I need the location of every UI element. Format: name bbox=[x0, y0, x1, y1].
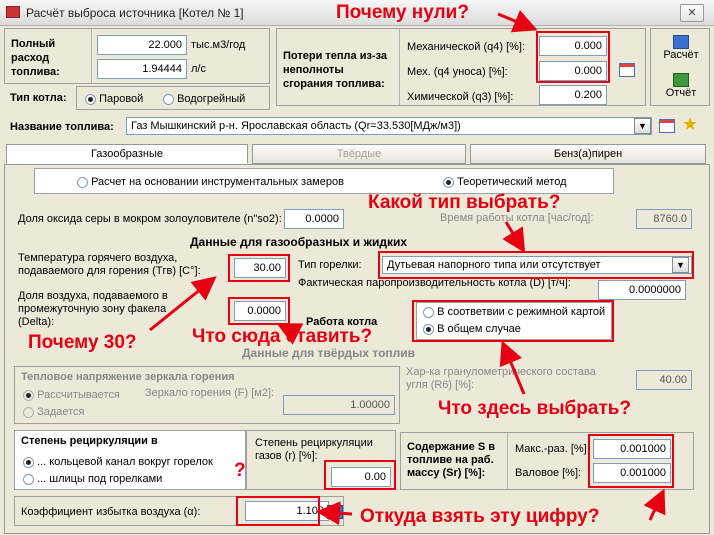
air-temp-label: Температура горячего воздуха, подаваемого… bbox=[18, 252, 201, 277]
fuel-name-select[interactable]: Газ Мышкинский р-н. Ярославская область … bbox=[126, 117, 652, 135]
steam-capacity-input[interactable]: 0.0000000 bbox=[598, 280, 686, 300]
mirror-label: Зеркало горения (F) [м2]: bbox=[145, 387, 275, 399]
excess-air-label: Коэффициент избытка воздуха (α): bbox=[21, 506, 201, 518]
tab-gaseous[interactable]: Газообразные bbox=[6, 144, 248, 164]
sulfur-content-label: Содержание S в топливе на раб. массу (Sr) … bbox=[407, 441, 495, 479]
highlight-recirc bbox=[324, 460, 396, 490]
fuel-annual-input[interactable]: 22.000 bbox=[97, 35, 187, 55]
annotation-where-number: Откуда взять эту цифру? bbox=[360, 506, 600, 527]
window-title: Расчёт выброса источника [Котел № 1] bbox=[26, 6, 244, 20]
recirc-ring-radio[interactable]: ... кольцевой канал вокруг горелок bbox=[23, 456, 213, 468]
highlight-delta bbox=[228, 297, 290, 325]
highlight-boiler-work bbox=[412, 300, 614, 342]
boiler-type-label: Тип котла: bbox=[10, 92, 67, 104]
fuel-label: Полный расход топлива: bbox=[11, 38, 60, 78]
chem-loss-input[interactable]: 0.200 bbox=[539, 85, 607, 105]
highlight-air-temp bbox=[228, 254, 290, 282]
table-icon[interactable] bbox=[619, 63, 635, 77]
close-button[interactable]: ✕ bbox=[680, 4, 704, 22]
tab-solid[interactable]: Твёрдые bbox=[252, 144, 466, 164]
calculator-icon bbox=[673, 35, 689, 49]
annotation-what-choose: Что здесь выбрать? bbox=[438, 398, 632, 419]
sulfur-gross-label: Валовое [%]: bbox=[515, 467, 582, 479]
divider bbox=[399, 29, 400, 105]
sulfur-max-label: Макс.-раз. [%]: bbox=[515, 443, 590, 455]
table-icon[interactable] bbox=[659, 119, 675, 133]
chem-loss-label: Химической (q3) [%]: bbox=[407, 91, 514, 103]
granulometry-label: Хар-ка гранулометрического состава угля (… bbox=[406, 366, 596, 391]
sulfur-oxide-label: Доля оксида серы в мокром золоуловителе … bbox=[18, 213, 282, 225]
calculator-icon[interactable] bbox=[327, 505, 343, 519]
delta-label: Доля воздуха, подаваемого в промежуточную… bbox=[18, 290, 168, 328]
boiler-type-group: Паровой Водогрейный bbox=[76, 86, 270, 110]
mech-carry-loss-label: Мех. (q4 уноса) [%]: bbox=[407, 66, 508, 78]
annotation-why-zeros: Почему нули? bbox=[336, 2, 469, 23]
highlight-mech-loss bbox=[536, 31, 610, 83]
sulfur-oxide-input[interactable]: 0.0000 bbox=[284, 209, 344, 229]
highlight-sulfur bbox=[588, 434, 674, 488]
actions-panel: Расчёт Отчёт bbox=[650, 28, 710, 106]
annotation-which-type: Какой тип выбрать? bbox=[368, 192, 561, 213]
boiler-water-radio[interactable]: Водогрейный bbox=[163, 93, 245, 105]
gas-section-title: Данные для газообразных и жидких bbox=[190, 235, 407, 249]
work-time-input[interactable]: 8760.0 bbox=[636, 209, 692, 229]
annotation-what-put: Что сюда ставить? bbox=[192, 326, 373, 347]
method-instrumental-radio[interactable]: Расчет на основании инструментальных зам… bbox=[77, 176, 344, 188]
highlight-burner bbox=[378, 251, 694, 279]
method-group: Расчет на основании инструментальных зам… bbox=[34, 168, 614, 194]
mech-loss-label: Механической (q4) [%]: bbox=[407, 41, 526, 53]
calc-button[interactable]: Расчёт bbox=[655, 33, 707, 67]
app-icon bbox=[6, 6, 20, 18]
heat-loss-label: Потери тепла из-за неполноты сгорания топл… bbox=[283, 50, 388, 90]
report-icon bbox=[673, 73, 689, 87]
highlight-excess-air bbox=[236, 496, 320, 526]
report-button[interactable]: Отчёт bbox=[655, 71, 707, 105]
chevron-down-icon[interactable]: ▼ bbox=[634, 118, 651, 134]
annotation-question: ? bbox=[234, 460, 246, 481]
fuel-name-label: Название топлива: bbox=[10, 121, 114, 133]
boiler-steam-radio[interactable]: Паровой bbox=[85, 93, 143, 105]
fuel-rate-unit: л/с bbox=[191, 63, 206, 75]
star-icon[interactable]: ★ bbox=[682, 114, 698, 135]
recirc-label: Степень рециркуляции в bbox=[21, 435, 158, 447]
fuel-annual-unit: тыс.м3/год bbox=[191, 39, 246, 51]
thermal-set-radio[interactable]: Задается bbox=[23, 406, 84, 418]
thermal-calculated-radio[interactable]: Рассчитывается bbox=[23, 389, 120, 401]
fuel-consumption-panel: Полный расход топлива: 22.000 тыс.м3/год 1… bbox=[4, 28, 270, 84]
divider bbox=[91, 29, 92, 83]
mirror-input[interactable]: 1.00000 bbox=[283, 395, 395, 415]
thermal-label: Тепловое напряжение зеркала горения bbox=[21, 371, 235, 383]
thermal-group: Тепловое напряжение зеркала горения Расс… bbox=[14, 366, 400, 424]
recirc-slots-radio[interactable]: ... шлицы под горелками bbox=[23, 473, 162, 485]
divider bbox=[507, 433, 508, 489]
method-theoretical-radio[interactable]: Теоретический метод bbox=[443, 176, 566, 188]
fuel-rate-input[interactable]: 1.94444 bbox=[97, 59, 187, 79]
granulometry-input[interactable]: 40.00 bbox=[636, 370, 692, 390]
burner-type-label: Тип горелки: bbox=[298, 259, 362, 271]
tab-benzapyrene[interactable]: Бенз(а)пирен bbox=[470, 144, 706, 164]
recirc-group: Степень рециркуляции в ... кольцевой кан… bbox=[14, 430, 246, 490]
solid-section-title: Данные для твёрдых топлив bbox=[242, 346, 416, 360]
annotation-why-30: Почему 30? bbox=[28, 332, 137, 353]
